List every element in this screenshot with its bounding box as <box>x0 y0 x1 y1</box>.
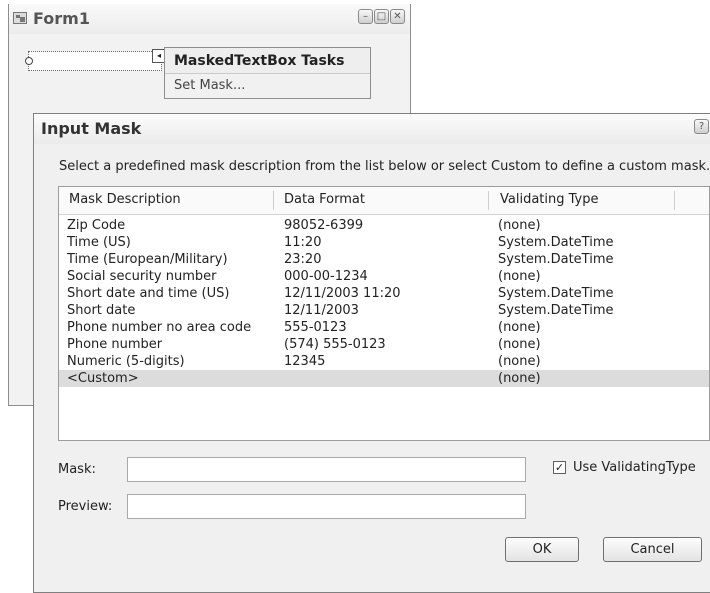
row-format: 98052-6399 <box>284 218 364 233</box>
maximize-icon[interactable]: □ <box>374 9 389 24</box>
close-icon[interactable]: ✕ <box>390 9 405 24</box>
list-item-selected[interactable]: <Custom> (none) <box>59 370 709 387</box>
use-validating-type-label[interactable]: Use ValidatingType <box>573 460 696 475</box>
use-validating-type-checkbox[interactable]: ✓ <box>553 461 566 474</box>
row-format: 23:20 <box>284 252 322 267</box>
row-description: Time (European/Military) <box>67 252 228 267</box>
row-type: (none) <box>498 269 541 284</box>
row-type: (none) <box>498 354 541 369</box>
preview-field <box>127 494 526 519</box>
row-description: Social security number <box>67 269 217 284</box>
checkmark-icon: ✓ <box>554 461 565 474</box>
list-item[interactable]: Time (European/Military) 23:20 System.Da… <box>59 251 709 268</box>
ok-button[interactable]: OK <box>505 537 579 562</box>
mask-list[interactable]: Mask Description Data Format Validating … <box>58 186 710 441</box>
row-type: System.DateTime <box>498 252 614 267</box>
dialog-title: Input Mask <box>41 119 142 138</box>
list-item[interactable]: Zip Code 98052-6399 (none) <box>59 217 709 234</box>
window-buttons: – □ ✕ <box>358 9 405 24</box>
column-divider[interactable] <box>273 191 274 210</box>
form-icon <box>13 12 27 24</box>
resize-handle[interactable] <box>25 57 33 65</box>
column-divider[interactable] <box>674 191 675 210</box>
row-type: (none) <box>498 320 541 335</box>
column-header-validating-type[interactable]: Validating Type <box>500 192 598 207</box>
minimize-icon[interactable]: – <box>358 9 373 24</box>
list-header: Mask Description Data Format Validating … <box>59 187 709 215</box>
list-item[interactable]: Numeric (5-digits) 12345 (none) <box>59 353 709 370</box>
preview-label: Preview: <box>58 499 113 514</box>
row-type: (none) <box>498 337 541 352</box>
list-rows: Zip Code 98052-6399 (none) Time (US) 11:… <box>59 217 709 387</box>
input-mask-dialog: Input Mask ? ✕ Select a predefined mask … <box>33 113 710 593</box>
row-format: 11:20 <box>284 235 322 250</box>
row-description: Short date <box>67 303 136 318</box>
list-item[interactable]: Short date and time (US) 12/11/2003 11:2… <box>59 285 709 302</box>
masked-textbox-tasks-panel: MaskedTextBox Tasks Set Mask... <box>164 47 371 99</box>
mask-input[interactable] <box>127 457 526 482</box>
row-description: Time (US) <box>67 235 131 250</box>
list-item[interactable]: Short date 12/11/2003 System.DateTime <box>59 302 709 319</box>
mask-label: Mask: <box>58 462 96 477</box>
help-icon[interactable]: ? <box>694 119 709 134</box>
row-description: Short date and time (US) <box>67 286 230 301</box>
row-type: (none) <box>498 218 541 233</box>
masked-textbox-control[interactable] <box>25 51 162 71</box>
tasks-panel-header: MaskedTextBox Tasks <box>165 48 370 74</box>
list-item[interactable]: Social security number 000-00-1234 (none… <box>59 268 709 285</box>
dialog-titlebar: Input Mask ? ✕ <box>34 114 710 144</box>
column-header-mask-description[interactable]: Mask Description <box>69 192 181 207</box>
row-description: Zip Code <box>67 218 126 233</box>
column-divider[interactable] <box>488 191 489 210</box>
set-mask-link[interactable]: Set Mask... <box>174 78 245 93</box>
row-format: 12345 <box>284 354 326 369</box>
row-format: 12/11/2003 <box>284 303 359 318</box>
row-type: (none) <box>498 371 541 386</box>
row-description: <Custom> <box>67 371 139 386</box>
row-type: System.DateTime <box>498 286 614 301</box>
row-format: (574) 555-0123 <box>284 337 386 352</box>
form1-title: Form1 <box>33 9 90 28</box>
form1-titlebar: Form1 – □ ✕ <box>9 4 410 34</box>
list-item[interactable]: Phone number (574) 555-0123 (none) <box>59 336 709 353</box>
instructions-text: Select a predefined mask description fro… <box>59 159 710 174</box>
cancel-button[interactable]: Cancel <box>603 537 702 562</box>
row-format: 555-0123 <box>284 320 347 335</box>
row-format: 000-00-1234 <box>284 269 368 284</box>
column-header-data-format[interactable]: Data Format <box>284 192 365 207</box>
row-description: Phone number no area code <box>67 320 252 335</box>
row-description: Phone number <box>67 337 163 352</box>
row-format: 12/11/2003 11:20 <box>284 286 401 301</box>
row-type: System.DateTime <box>498 303 614 318</box>
row-type: System.DateTime <box>498 235 614 250</box>
list-item[interactable]: Time (US) 11:20 System.DateTime <box>59 234 709 251</box>
row-description: Numeric (5-digits) <box>67 354 185 369</box>
list-item[interactable]: Phone number no area code 555-0123 (none… <box>59 319 709 336</box>
